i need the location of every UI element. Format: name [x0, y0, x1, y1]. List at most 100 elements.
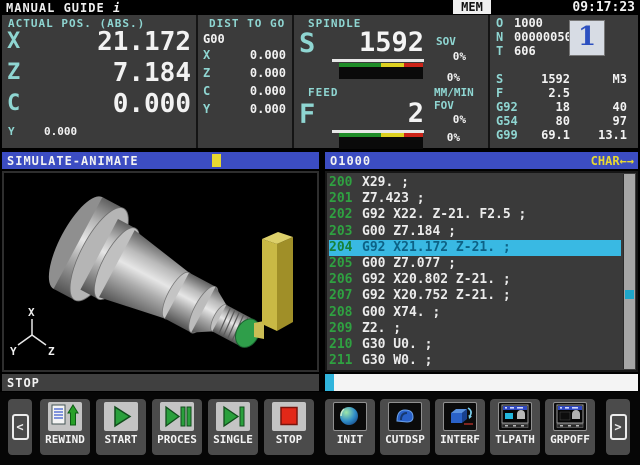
program-line[interactable]: 200X29. ;	[329, 175, 621, 191]
softkey-label: REWIND	[40, 433, 90, 446]
softkey-rewind[interactable]: REWIND	[40, 399, 90, 455]
cutdsp-icon	[388, 402, 422, 431]
dist-to-go-header: DIST TO GO	[209, 17, 285, 30]
modal-row-s: S 1592 M3	[490, 72, 638, 86]
axis-row-y: Y 0.000	[2, 125, 196, 141]
modal-row-g99: G99 69.1 13.1	[490, 128, 638, 142]
softkey-toolbar: < REWIND START	[0, 392, 640, 465]
scrollbar-thumb[interactable]	[625, 290, 634, 299]
fov-label: FOV	[434, 99, 454, 112]
program-line[interactable]: 209Z2. ;	[329, 321, 621, 337]
program-line[interactable]: 208G00 X74. ;	[329, 305, 621, 321]
program-line[interactable]: 211G30 W0. ;	[329, 353, 621, 369]
program-line[interactable]: 205G00 Z7.077 ;	[329, 256, 621, 272]
softkey-label: START	[96, 433, 146, 446]
softkey-start[interactable]: START	[96, 399, 146, 455]
tnumber-row: T 606	[490, 44, 638, 58]
program-input-line[interactable]	[325, 374, 638, 391]
cnc-screen: MANUAL GUIDE i MEM 09:17:23 ACTUAL POS. …	[0, 0, 640, 465]
stop-icon	[272, 402, 306, 431]
program-line[interactable]: 203G00 Z7.184 ;	[329, 224, 621, 240]
softkey-tlpath[interactable]: TLPATH	[490, 399, 540, 455]
init-icon	[333, 402, 367, 431]
softkey-cutdsp[interactable]: CUTDSP	[380, 399, 430, 455]
simulate-title: SIMULATE-ANIMATE	[7, 154, 139, 168]
process-icon	[160, 402, 194, 431]
actual-pos-section: ACTUAL POS. (ABS.) X 21.172 Z 7.184 C 0.…	[2, 15, 198, 148]
program-line[interactable]: 207G92 X20.752 Z-21. ;	[329, 288, 621, 304]
fov-value: 0%	[424, 113, 466, 126]
modal-row-g54: G54 80 97	[490, 114, 638, 128]
program-line[interactable]: 206G92 X20.802 Z-21. ;	[329, 272, 621, 288]
program-line[interactable]: 201Z7.423 ;	[329, 191, 621, 207]
softkey-page-prev[interactable]: <	[8, 399, 32, 455]
axis-row-c: C 0.000	[2, 91, 196, 121]
modal-row-f: F 2.5	[490, 86, 638, 100]
workpiece	[38, 189, 282, 370]
spindle-letter: S	[299, 28, 315, 59]
program-scrollbar[interactable]	[623, 174, 635, 369]
program-line-current[interactable]: 204G92 X21.172 Z-21. ;	[329, 240, 621, 256]
feed-load-value: 0%	[418, 131, 460, 144]
sov-value: 0%	[424, 50, 466, 63]
modal-row-g92: G92 18 40	[490, 100, 638, 114]
axis-label-z: Z	[48, 345, 55, 358]
spindle-value: 1592	[332, 28, 424, 62]
single-icon	[216, 402, 250, 431]
onumber-row: O 1000	[490, 16, 638, 30]
program-lines: 200X29. ; 201Z7.423 ; 202G92 X22. Z-21. …	[329, 175, 621, 369]
status-text: STOP	[7, 376, 40, 390]
program-info-section: O 1000 N 00000050 T 606 1 S 1592 M3 F 2.…	[490, 15, 638, 148]
softkey-label: PROCES	[152, 433, 202, 446]
feed-load-bar	[339, 137, 423, 149]
chevron-right-icon: >	[610, 414, 627, 440]
simulate-indicator	[212, 154, 221, 167]
grpoff-icon	[553, 402, 587, 431]
title-bar: MANUAL GUIDE i MEM 09:17:23	[0, 0, 640, 15]
feed-header: FEED	[308, 86, 339, 99]
program-line[interactable]: 210G30 U0. ;	[329, 337, 621, 353]
dist-row-x: X 0.000	[198, 48, 292, 63]
softkey-label: GRPOFF	[545, 433, 595, 446]
position-panel: ACTUAL POS. (ABS.) X 21.172 Z 7.184 C 0.…	[2, 15, 638, 148]
workpiece-render: X Y Z	[4, 173, 317, 370]
clock: 09:17:23	[572, 0, 635, 15]
program-line[interactable]: 202G92 X22. Z-21. F2.5 ;	[329, 207, 621, 223]
dist-to-go-section: DIST TO GO G00 X 0.000 Z 0.000 C 0.000 Y…	[198, 15, 294, 148]
spindle-load-value: 0%	[418, 71, 460, 84]
spindle-load-bar	[339, 67, 423, 79]
axis-label-x: X	[28, 306, 35, 319]
program-title-bar: O1000 CHAR←→	[325, 152, 638, 169]
char-key-indicator: CHAR←→	[591, 154, 634, 168]
tlpath-icon	[498, 402, 532, 431]
softkey-label: INIT	[325, 433, 375, 446]
sov-label: SOV	[436, 35, 456, 48]
program-title: O1000	[330, 154, 371, 168]
softkey-label: TLPATH	[490, 433, 540, 446]
dist-row-y: Y 0.000	[198, 102, 292, 117]
softkey-stop[interactable]: STOP	[264, 399, 314, 455]
interf-icon	[443, 402, 477, 431]
axis-row-x: X 21.172	[2, 29, 196, 59]
softkey-init[interactable]: INIT	[325, 399, 375, 455]
dist-gcode: G00	[203, 32, 225, 46]
simulation-viewport: X Y Z	[2, 171, 319, 372]
softkey-single[interactable]: SINGLE	[208, 399, 258, 455]
feed-value: 2	[332, 99, 424, 133]
chevron-left-icon: <	[12, 414, 29, 440]
page-title: MANUAL GUIDE i	[6, 1, 121, 15]
softkey-proces[interactable]: PROCES	[152, 399, 202, 455]
feed-unit: MM/MIN	[434, 86, 474, 99]
axis-triad	[18, 319, 46, 345]
dist-row-z: Z 0.000	[198, 66, 292, 81]
softkey-page-next[interactable]: >	[606, 399, 630, 455]
input-cursor	[325, 374, 334, 391]
start-icon	[104, 402, 138, 431]
softkey-label: INTERF	[435, 433, 485, 446]
softkey-interf[interactable]: INTERF	[435, 399, 485, 455]
softkey-grpoff[interactable]: GRPOFF	[545, 399, 595, 455]
softkey-label: STOP	[264, 433, 314, 446]
feed-letter: F	[299, 99, 315, 130]
cutting-tool	[254, 232, 293, 339]
program-listing-panel: 200X29. ; 201Z7.423 ; 202G92 X22. Z-21. …	[325, 171, 638, 372]
